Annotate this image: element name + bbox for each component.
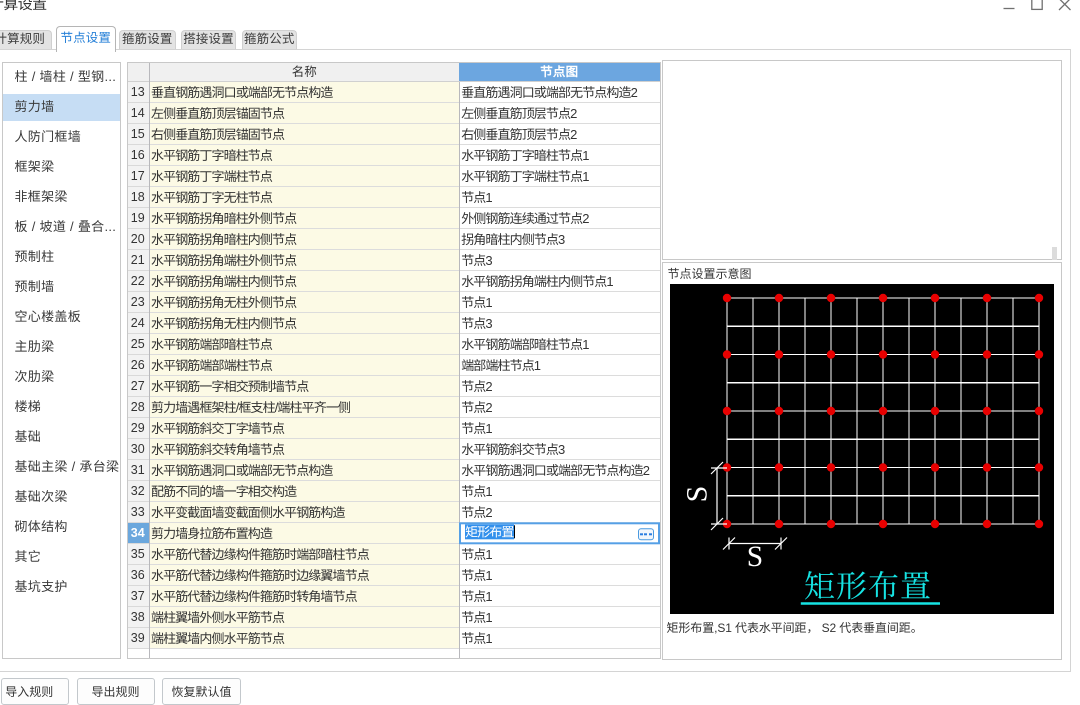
svg-text:矩形布置: 矩形布置 <box>804 561 932 606</box>
svg-text:S: S <box>747 541 763 573</box>
svg-text:S: S <box>681 486 714 503</box>
